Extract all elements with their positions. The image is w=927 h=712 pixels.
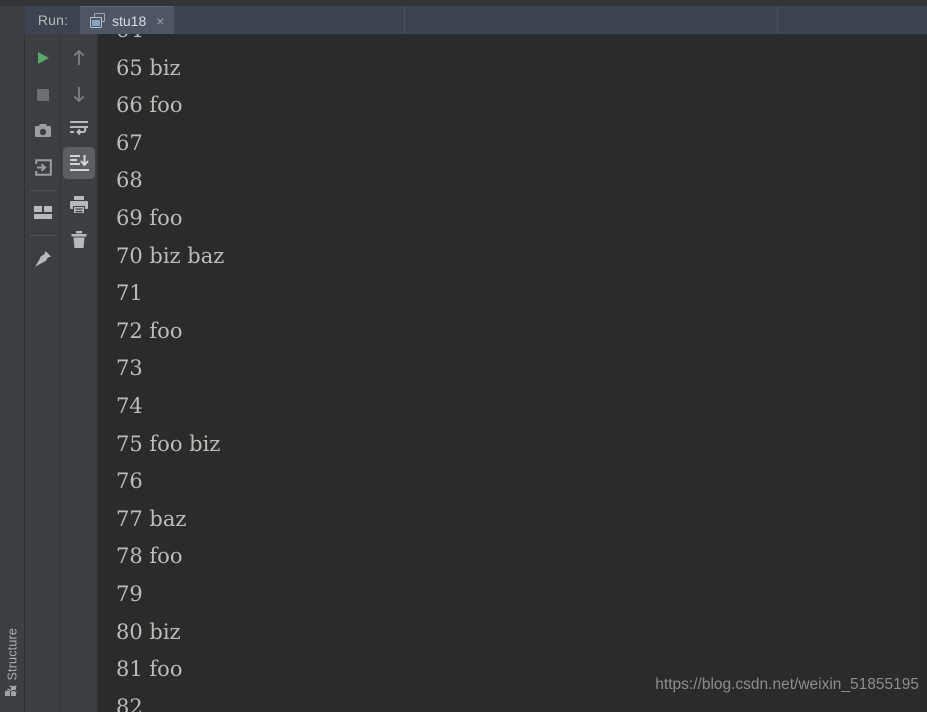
clear-all-button[interactable] [63,224,95,256]
watermark-text: https://blog.csdn.net/weixin_51855195 [655,676,919,693]
arrow-up-icon [73,49,85,65]
pin-icon [35,251,51,267]
console-lines: 64 65 biz 66 foo 67 68 69 foo 70 biz baz 71 72 f… [98,34,927,712]
close-icon[interactable]: × [156,14,164,28]
rerun-button[interactable] [27,42,59,74]
stop-button[interactable] [27,79,59,111]
console-line: 67 [116,130,143,155]
run-tool-window: 7: Structure 65 biz 66 foo 67 68 69 foo … [0,0,927,712]
console-line: 77 baz [116,506,187,531]
left-edge-strip: 7: Structure [0,0,25,712]
printer-icon [70,195,88,213]
soft-wrap-button[interactable] [63,112,95,144]
toolbar-separator [30,190,56,191]
scroll-to-end-button[interactable] [63,147,95,179]
console-window-icon [90,13,105,28]
console-line: 79 [116,581,143,606]
run-toolbar-primary [25,34,61,712]
console-line: 75 foo biz [116,431,221,456]
console-line: 72 foo [116,318,183,343]
stop-square-icon [37,89,49,101]
console-line: 76 [116,469,143,494]
layout-button[interactable] [27,197,59,229]
console-line: 64 [98,34,927,50]
header-divider-1 [404,6,405,34]
toolbar-separator [30,235,56,236]
sidebar-item-structure[interactable]: 7: Structure [0,558,25,708]
up-button[interactable] [63,42,95,74]
console-line: 69 foo [116,205,183,230]
console-line: 70 biz baz [116,243,225,268]
export-button[interactable] [27,151,59,183]
layout-icon [34,206,52,219]
structure-icon [5,686,20,700]
tab-label: stu18 [112,12,147,29]
run-toolbar-secondary [61,34,97,712]
login-arrow-icon [34,158,52,176]
console-line: 80 biz [116,619,181,644]
print-button[interactable] [63,188,95,220]
down-button[interactable] [63,78,95,110]
console-line: 78 foo [116,544,183,569]
console-line: 74 [116,393,143,418]
run-tool-window-label: Run: [28,6,78,34]
console-line: 68 [116,168,143,193]
scroll-to-end-icon [69,154,89,171]
console-output[interactable]: 64 65 biz 66 foo 67 68 69 foo 70 biz baz 71 72 f… [98,34,927,712]
header-left-pad [0,6,25,34]
arrow-down-icon [73,87,85,103]
header-divider-2 [777,6,778,34]
console-line: 71 [116,281,143,306]
console-line: 73 [116,356,143,381]
console-line: 66 foo [116,93,183,118]
play-icon [38,52,49,64]
pin-tab-button[interactable] [27,243,59,275]
screenshot-button[interactable] [27,115,59,147]
run-window-header: Run: stu18 × [0,0,927,34]
camera-icon [35,124,51,137]
console-line: 65 biz [116,55,181,80]
trash-icon [71,231,87,248]
soft-wrap-icon [70,120,88,135]
tab-stu18[interactable]: stu18 × [80,6,175,34]
